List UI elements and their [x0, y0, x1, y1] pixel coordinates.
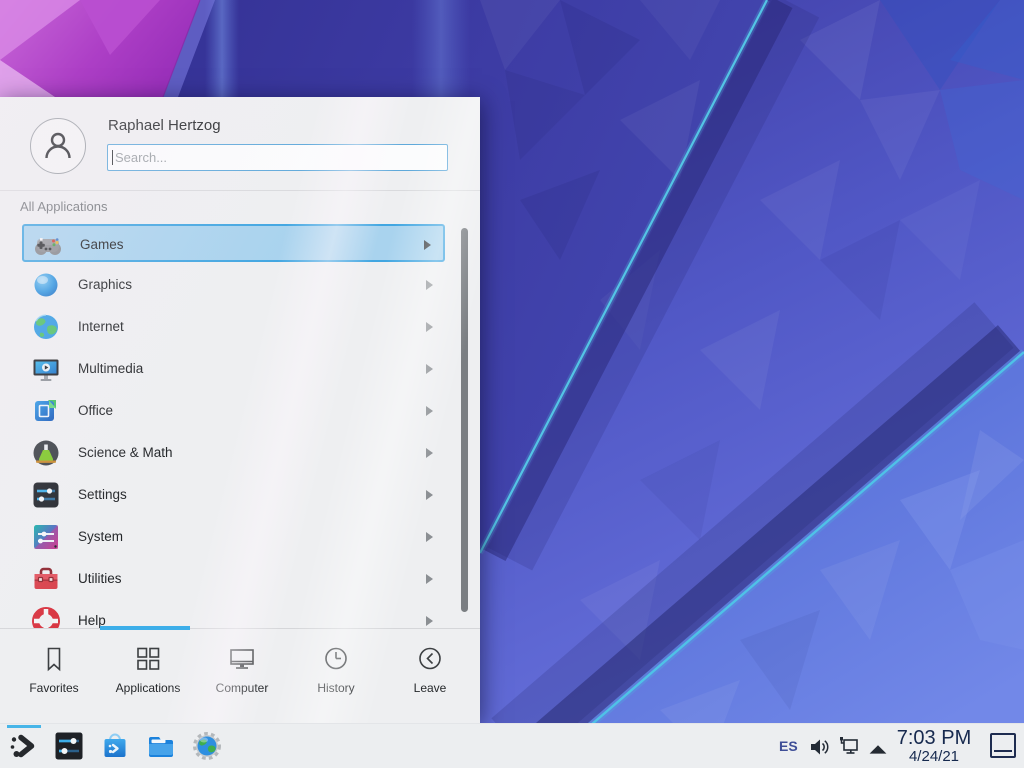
- clock-date: 4/24/21: [888, 749, 980, 765]
- launcher-active-indicator: [7, 725, 41, 728]
- graphics-sphere-icon: [30, 269, 62, 301]
- tab-label: Applications: [116, 681, 181, 695]
- application-launcher-button[interactable]: [8, 730, 40, 762]
- submenu-arrow-icon: [426, 448, 433, 458]
- menu-item-system[interactable]: System: [22, 518, 445, 556]
- clock-icon: [321, 644, 351, 674]
- menu-item-label: Utilities: [78, 560, 122, 597]
- menu-item-help[interactable]: Help: [22, 602, 445, 628]
- toolbox-icon: [30, 563, 62, 595]
- expand-tray-icon[interactable]: [866, 738, 890, 762]
- taskbar-panel: ES 7:03 PM 4/24/21: [0, 723, 1024, 768]
- tab-history[interactable]: History: [289, 629, 383, 723]
- clock-widget[interactable]: 7:03 PM 4/24/21: [888, 727, 980, 765]
- launcher-header: Raphael Hertzog: [0, 97, 480, 190]
- menu-item-label: Office: [78, 392, 113, 429]
- user-avatar[interactable]: [30, 118, 86, 174]
- kde-desktop: Raphael Hertzog All Applications: [0, 0, 1024, 768]
- system-sliders-icon: [30, 521, 62, 553]
- menu-item-multimedia[interactable]: Multimedia: [22, 350, 445, 388]
- discover-button[interactable]: [99, 730, 131, 762]
- monitor-icon: [227, 644, 257, 674]
- multimedia-monitor-icon: [30, 353, 62, 385]
- office-documents-icon: [30, 395, 62, 427]
- submenu-arrow-icon: [426, 616, 433, 626]
- show-desktop-glyph: [994, 750, 1012, 752]
- submenu-arrow-icon: [424, 240, 431, 250]
- menu-item-utilities[interactable]: Utilities: [22, 560, 445, 598]
- clock-time: 7:03 PM: [888, 727, 980, 749]
- menu-item-internet[interactable]: Internet: [22, 308, 445, 346]
- section-label: All Applications: [20, 199, 107, 214]
- bookmark-icon: [39, 644, 69, 674]
- menu-item-label: Internet: [78, 308, 124, 345]
- tab-label: Favorites: [29, 681, 78, 695]
- menu-item-label: Games: [80, 226, 124, 263]
- menu-item-settings[interactable]: Settings: [22, 476, 445, 514]
- menu-item-label: System: [78, 518, 123, 555]
- menu-item-office[interactable]: Office: [22, 392, 445, 430]
- tab-leave[interactable]: Leave: [383, 629, 477, 723]
- header-divider: [0, 190, 480, 191]
- submenu-arrow-icon: [426, 280, 433, 290]
- kde-launcher-icon: [8, 730, 40, 762]
- network-icon[interactable]: [837, 735, 861, 759]
- menu-item-label: Graphics: [78, 266, 132, 303]
- globe-icon: [30, 311, 62, 343]
- text-cursor: [112, 150, 113, 165]
- menu-item-label: Multimedia: [78, 350, 143, 387]
- menu-item-games[interactable]: Games: [22, 224, 445, 262]
- search-input[interactable]: [107, 144, 448, 171]
- submenu-arrow-icon: [426, 490, 433, 500]
- list-scrollbar[interactable]: [461, 228, 468, 612]
- keyboard-layout-indicator[interactable]: ES: [779, 738, 798, 754]
- active-tab-indicator: [100, 626, 190, 630]
- application-launcher-menu: Raphael Hertzog All Applications: [0, 97, 480, 723]
- system-settings-button[interactable]: [53, 730, 85, 762]
- menu-item-label: Settings: [78, 476, 127, 513]
- gamepad-icon: [32, 229, 64, 261]
- discover-bag-icon: [99, 730, 131, 762]
- tab-label: History: [317, 681, 354, 695]
- volume-icon[interactable]: [807, 735, 831, 759]
- science-flask-icon: [30, 437, 62, 469]
- system-settings-icon: [53, 730, 85, 762]
- leave-icon: [415, 644, 445, 674]
- submenu-arrow-icon: [426, 322, 433, 332]
- tab-computer[interactable]: Computer: [195, 629, 289, 723]
- show-desktop-button[interactable]: [990, 733, 1016, 758]
- submenu-arrow-icon: [426, 574, 433, 584]
- submenu-arrow-icon: [426, 532, 433, 542]
- web-browser-button[interactable]: [191, 730, 223, 762]
- menu-item-label: Science & Math: [78, 434, 173, 471]
- menu-item-science-math[interactable]: Science & Math: [22, 434, 445, 472]
- settings-sliders-icon: [30, 479, 62, 511]
- folder-icon: [145, 730, 177, 762]
- user-name: Raphael Hertzog: [108, 117, 221, 134]
- tab-favorites[interactable]: Favorites: [7, 629, 101, 723]
- submenu-arrow-icon: [426, 364, 433, 374]
- tab-applications[interactable]: Applications: [101, 629, 195, 723]
- menu-item-graphics[interactable]: Graphics: [22, 266, 445, 304]
- tab-label: Leave: [414, 681, 447, 695]
- file-manager-button[interactable]: [145, 730, 177, 762]
- menu-item-label: Help: [78, 602, 106, 628]
- lifebuoy-icon: [30, 605, 62, 628]
- tab-label: Computer: [216, 681, 269, 695]
- launcher-tabbar: Favorites Applications: [0, 628, 480, 723]
- globe-gear-icon: [191, 730, 223, 762]
- grid-icon: [133, 644, 163, 674]
- submenu-arrow-icon: [426, 406, 433, 416]
- user-icon: [42, 130, 74, 162]
- application-category-list: Games Graphics: [0, 217, 480, 628]
